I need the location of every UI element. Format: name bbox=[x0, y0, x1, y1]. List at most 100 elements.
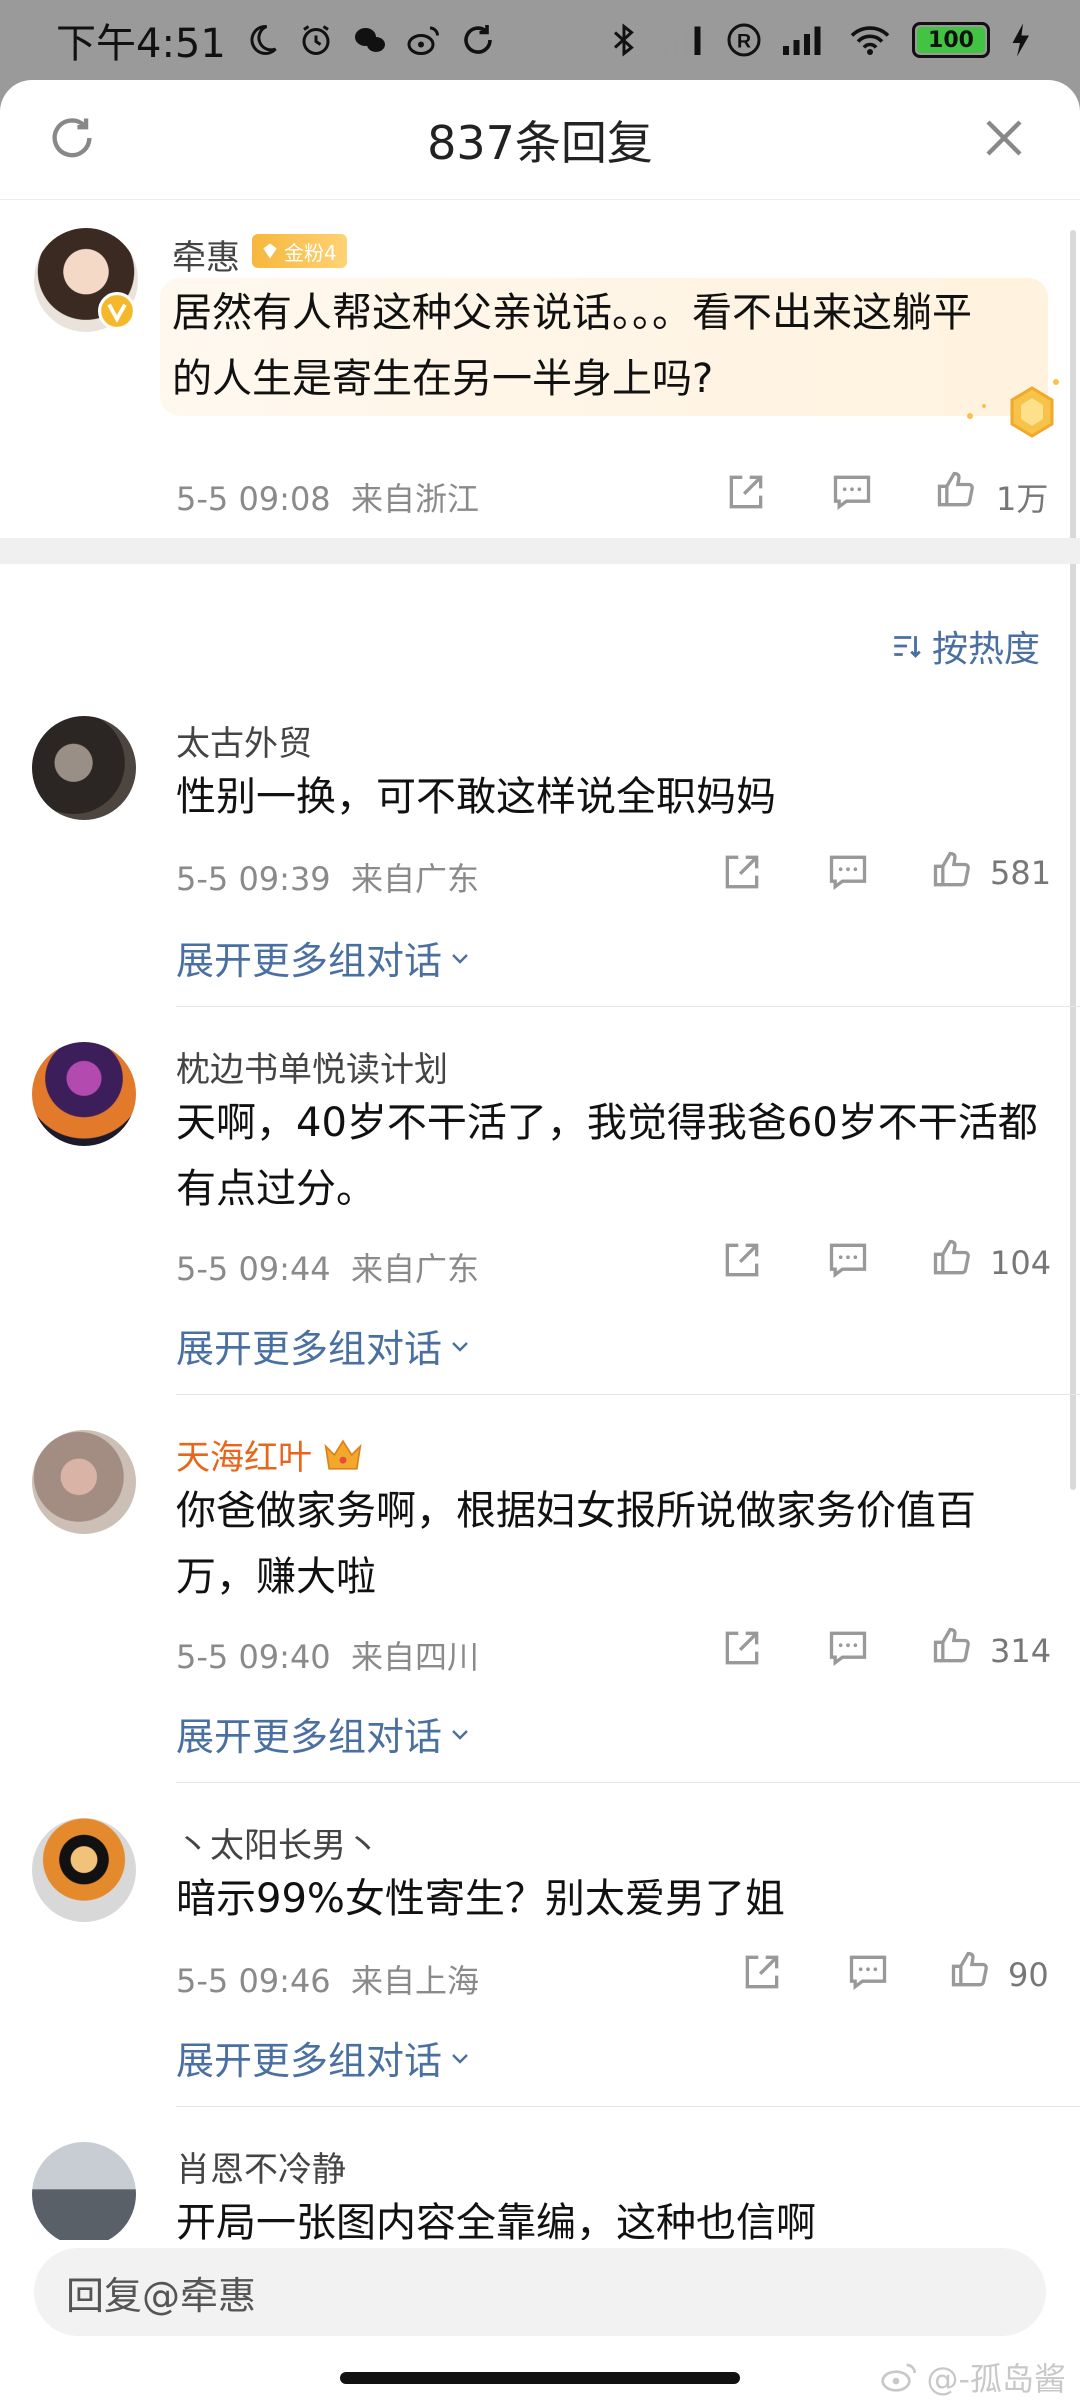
comment-text-line: 居然有人帮这种父亲说话。。。看不出来这躺平 bbox=[172, 290, 972, 336]
avatar[interactable] bbox=[32, 2142, 136, 2240]
comment-meta: 5-5 09:39 来自广东 bbox=[176, 854, 479, 900]
comment-text: 你爸做家务啊，根据妇女报所说做家务价值百 万，赚大啦 bbox=[176, 1478, 1056, 1610]
wifi-icon bbox=[850, 26, 890, 55]
author-name-row[interactable]: 天海红叶 bbox=[176, 1430, 364, 1479]
sort-icon bbox=[894, 636, 921, 658]
comment-time: 5-5 09:44 bbox=[176, 1250, 331, 1288]
expand-label: 展开更多组对话 bbox=[176, 2039, 443, 2083]
comment-icon[interactable] bbox=[826, 1626, 870, 1670]
comment-text: 性别一换，可不敢这样说全职妈妈 bbox=[176, 764, 1056, 830]
like-count: 314 bbox=[990, 1632, 1052, 1670]
wechat-icon bbox=[354, 28, 385, 52]
bluetooth-icon bbox=[613, 23, 634, 57]
share-icon[interactable] bbox=[740, 1950, 784, 1994]
share-icon[interactable] bbox=[720, 1626, 764, 1670]
comment-time: 5-5 09:40 bbox=[176, 1638, 331, 1676]
comment-icon[interactable] bbox=[830, 470, 874, 514]
weibo-icon bbox=[881, 2363, 917, 2392]
avatar[interactable] bbox=[32, 1042, 136, 1146]
share-icon[interactable] bbox=[720, 850, 764, 894]
comment-text: 开局一张图内容全靠编，这种也信啊 bbox=[176, 2190, 1056, 2240]
battery-icon: 100 bbox=[912, 22, 990, 58]
reply-input[interactable]: 回复@牵惠 bbox=[34, 2248, 1046, 2336]
comment-meta: 5-5 09:44 来自广东 bbox=[176, 1244, 479, 1290]
charging-icon bbox=[1012, 23, 1029, 57]
author-name[interactable]: 肖恩不冷静 bbox=[176, 2142, 346, 2191]
author-name[interactable]: 太古外贸 bbox=[176, 716, 312, 765]
chevron-down-icon bbox=[452, 953, 468, 964]
expand-label: 展开更多组对话 bbox=[176, 1327, 443, 1371]
comment-location: 来自上海 bbox=[351, 1962, 480, 2000]
author-name[interactable]: 牵惠 bbox=[172, 230, 240, 279]
divider bbox=[176, 2106, 1080, 2107]
comment-location: 来自四川 bbox=[351, 1638, 480, 1676]
comment-icon[interactable] bbox=[846, 1950, 890, 1994]
like-count: 581 bbox=[990, 854, 1052, 892]
comment-text-line: 开局一张图内容全靠编，这种也信啊 bbox=[176, 2200, 816, 2240]
comment-text: 暗示99%女性寄生？别太爱男了姐 bbox=[176, 1866, 1056, 1932]
refresh-icon[interactable] bbox=[46, 112, 98, 164]
signal-icon bbox=[783, 26, 821, 55]
author-name[interactable]: 丶太阳长男丶 bbox=[176, 1818, 380, 1867]
comment-time: 5-5 09:39 bbox=[176, 860, 331, 898]
avatar[interactable] bbox=[32, 716, 136, 820]
chevron-down-icon bbox=[452, 2053, 468, 2064]
avatar[interactable] bbox=[32, 1430, 136, 1534]
chevron-down-icon bbox=[452, 1729, 468, 1740]
comment-location: 来自广东 bbox=[351, 1250, 480, 1288]
comment-icon[interactable] bbox=[826, 1238, 870, 1282]
weibo-icon bbox=[407, 26, 439, 55]
svg-text:R: R bbox=[737, 31, 751, 53]
like-icon[interactable] bbox=[930, 848, 974, 892]
comment-time: 5-5 09:46 bbox=[176, 1962, 331, 2000]
comment-location: 来自浙江 bbox=[351, 480, 480, 518]
sort-button[interactable]: 按热度 bbox=[890, 620, 1040, 672]
like-icon[interactable] bbox=[930, 1236, 974, 1280]
verified-icon bbox=[98, 292, 136, 330]
share-icon[interactable] bbox=[720, 1238, 764, 1282]
status-bar: 下午4:51 R 100 bbox=[0, 0, 1080, 80]
like-count: 1万 bbox=[996, 480, 1049, 518]
like-count: 104 bbox=[990, 1244, 1052, 1282]
home-indicator[interactable] bbox=[340, 2372, 740, 2384]
like-icon[interactable] bbox=[948, 1948, 992, 1992]
expand-conversation-link[interactable]: 展开更多组对话 bbox=[176, 930, 472, 985]
divider bbox=[176, 1394, 1080, 1395]
expand-label: 展开更多组对话 bbox=[176, 939, 443, 983]
sync-icon bbox=[464, 25, 492, 54]
author-name[interactable]: 枕边书单悦读计划 bbox=[176, 1042, 448, 1091]
watermark: @-孤岛酱 bbox=[880, 2354, 1066, 2400]
signal-icon bbox=[663, 26, 701, 55]
page-title: 837条回复 bbox=[427, 115, 653, 170]
comment-icon[interactable] bbox=[826, 850, 870, 894]
diamond-icon bbox=[263, 243, 277, 259]
comment-location: 来自广东 bbox=[351, 860, 480, 898]
divider bbox=[176, 1006, 1080, 1007]
comment-text-line: 暗示99%女性寄生？别太爱男了姐 bbox=[176, 1876, 785, 1922]
comment-partial: 肖恩不冷静 开局一张图内容全靠编，这种也信啊 bbox=[0, 2120, 1080, 2240]
crown-icon bbox=[324, 1439, 362, 1470]
like-icon[interactable] bbox=[930, 1624, 974, 1668]
replies-sheet: 837条回复 牵惠 金粉4 居然有人帮这种父亲说话。。。看不出来这躺平 的人生是… bbox=[0, 80, 1080, 2400]
comment-text-line: 的人生是寄生在另一半身上吗? bbox=[172, 356, 714, 402]
expand-conversation-link[interactable]: 展开更多组对话 bbox=[176, 2030, 472, 2085]
badge-label: 金粉4 bbox=[284, 240, 337, 265]
share-icon[interactable] bbox=[724, 470, 768, 514]
chevron-down-icon bbox=[452, 1341, 468, 1352]
comment-text-line: 你爸做家务啊，根据妇女报所说做家务价值百 bbox=[176, 1488, 976, 1534]
close-icon[interactable] bbox=[980, 114, 1028, 162]
expand-conversation-link[interactable]: 展开更多组对话 bbox=[176, 1318, 472, 1373]
divider bbox=[176, 1782, 1080, 1783]
registered-icon: R bbox=[727, 23, 761, 57]
comment-text-line: 有点过分。 bbox=[176, 1166, 376, 1212]
comment-meta: 5-5 09:08 来自浙江 bbox=[176, 474, 479, 520]
avatar[interactable] bbox=[32, 1818, 136, 1922]
scrollbar[interactable] bbox=[1070, 230, 1076, 1490]
like-count: 90 bbox=[1008, 1956, 1049, 1994]
expand-conversation-link[interactable]: 展开更多组对话 bbox=[176, 1706, 472, 1761]
comment-text-line: 天啊，40岁不干活了，我觉得我爸60岁不干活都 bbox=[176, 1100, 1038, 1146]
like-icon[interactable] bbox=[934, 468, 978, 512]
moon-icon bbox=[250, 24, 277, 55]
comment-text: 居然有人帮这种父亲说话。。。看不出来这躺平 的人生是寄生在另一半身上吗? bbox=[172, 280, 1052, 412]
sheet-header: 837条回复 bbox=[0, 80, 1080, 200]
